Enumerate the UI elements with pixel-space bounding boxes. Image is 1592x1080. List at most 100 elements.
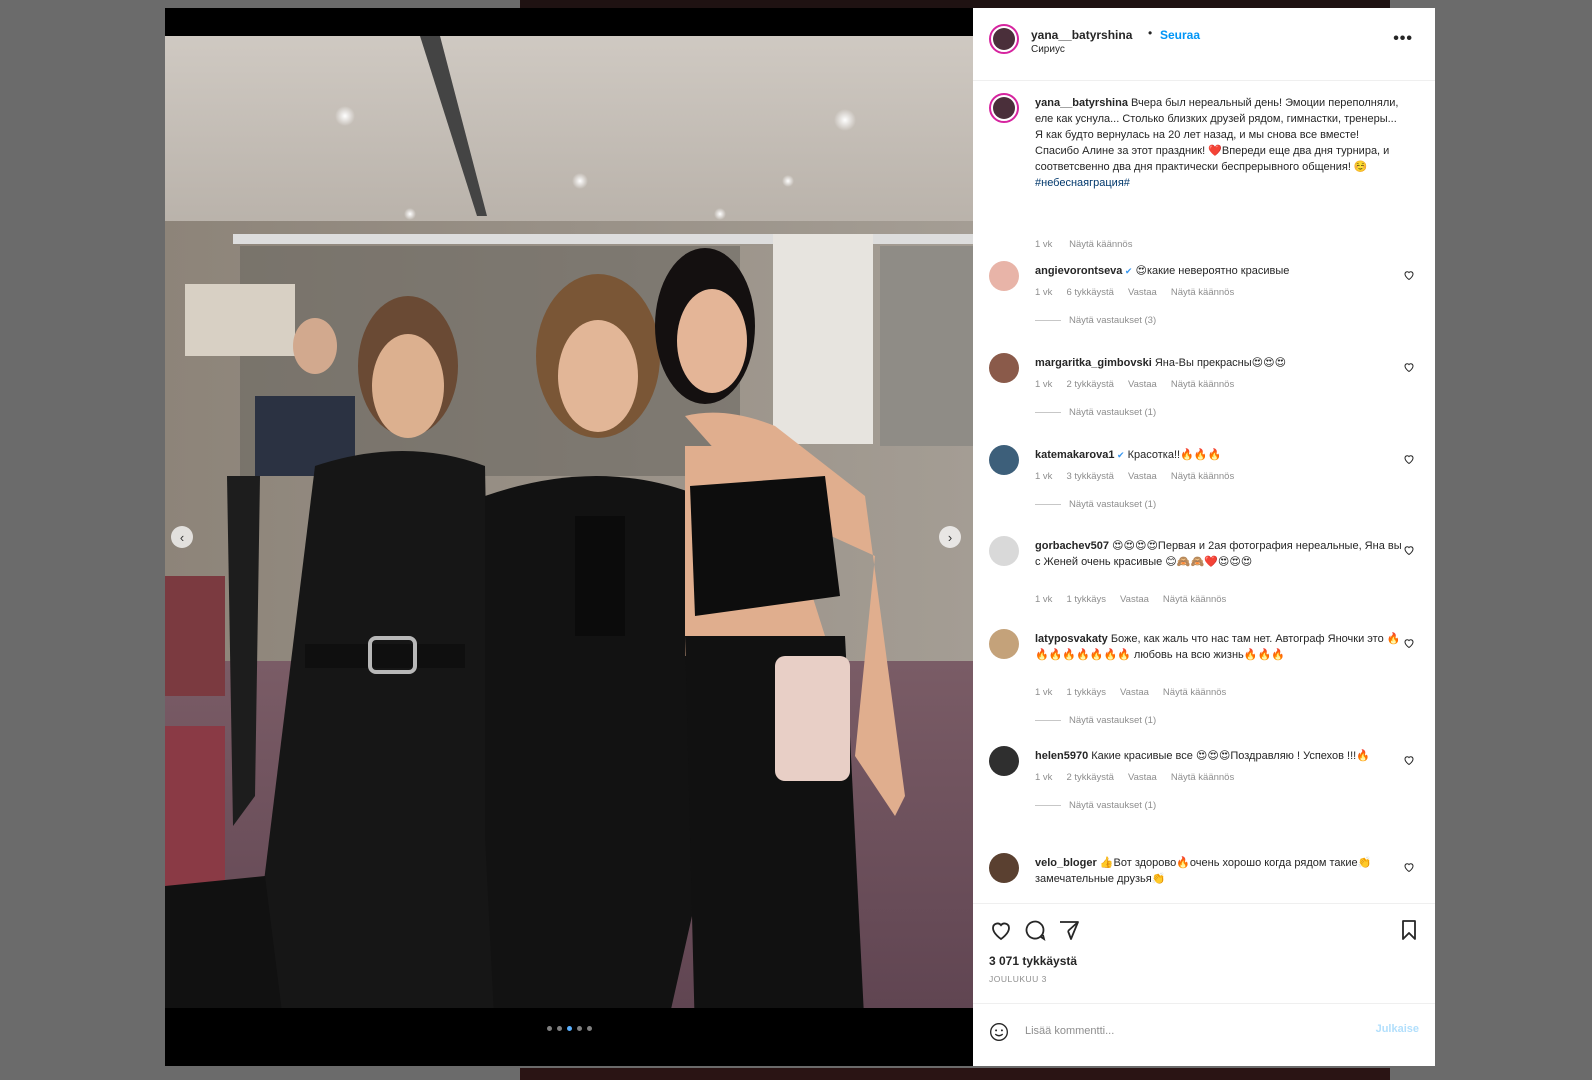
comment-text: margaritka_gimbovski Яна-Вы прекрасны😍😍😍 [1035, 355, 1405, 371]
comment-like-heart-icon[interactable] [1403, 453, 1415, 465]
view-replies-button[interactable]: Näytä vastaukset (1) [1035, 499, 1156, 510]
comment-meta: 1 vk 2 tykkäystä Vastaa Näytä käännös [1035, 379, 1248, 390]
comment-text: angievorontseva ✔ 😍какие невероятно крас… [1035, 263, 1405, 279]
comment-item: latyposvakaty Боже, как жаль что нас там… [973, 629, 1435, 744]
commenter-avatar[interactable] [989, 445, 1019, 475]
reply-link[interactable]: Vastaa [1128, 379, 1157, 390]
background-post-strip [520, 0, 1390, 8]
caption-meta: 1 vk Näytä käännös [1035, 239, 1146, 250]
reply-link[interactable]: Vastaa [1128, 287, 1157, 298]
comment-text: gorbachev507 😍😍😍😍Первая и 2ая фотография… [1035, 538, 1405, 570]
commenter-username[interactable]: gorbachev507 [1035, 540, 1109, 552]
comment-like-heart-icon[interactable] [1403, 861, 1415, 873]
caption-hashtag[interactable]: #небеснаяграция# [1035, 177, 1130, 189]
view-replies-label: Näytä vastaukset (1) [1069, 407, 1157, 418]
add-comment-bar: Julkaise [973, 1003, 1435, 1056]
separator-dot: • [1148, 26, 1153, 40]
translate-link[interactable]: Näytä käännös [1171, 287, 1234, 298]
comment-time: 1 vk [1035, 379, 1053, 390]
verified-badge-icon: ✔ [1122, 266, 1133, 276]
commenter-username[interactable]: latyposvakaty [1035, 633, 1108, 645]
comment-time: 1 vk [1035, 287, 1053, 298]
comment-likes[interactable]: 6 tykkäystä [1066, 287, 1114, 298]
comment-likes[interactable]: 3 tykkäystä [1066, 471, 1114, 482]
comment-time: 1 vk [1035, 594, 1053, 605]
translate-link[interactable]: Näytä käännös [1163, 687, 1226, 698]
comment-item: gorbachev507 😍😍😍😍Первая и 2ая фотография… [973, 536, 1435, 626]
comment-likes[interactable]: 2 tykkäystä [1066, 772, 1114, 783]
translate-link[interactable]: Näytä käännös [1171, 772, 1234, 783]
commenter-avatar[interactable] [989, 746, 1019, 776]
like-heart-icon[interactable] [989, 918, 1013, 942]
comment-meta: 1 vk 3 tykkäystä Vastaa Näytä käännös [1035, 471, 1248, 482]
reply-link[interactable]: Vastaa [1128, 471, 1157, 482]
post-location[interactable]: Сириус [1031, 44, 1065, 55]
comment-likes[interactable]: 1 tykkäys [1066, 594, 1106, 605]
emoji-smiley-icon[interactable] [989, 1022, 1009, 1042]
view-replies-button[interactable]: Näytä vastaukset (1) [1035, 800, 1156, 811]
comment-like-heart-icon[interactable] [1403, 361, 1415, 373]
reply-link[interactable]: Vastaa [1128, 772, 1157, 783]
comment-likes[interactable]: 1 tykkäys [1066, 687, 1106, 698]
comment-meta: 1 vk 1 tykkäys Vastaa Näytä käännös [1035, 687, 1240, 698]
bookmark-save-icon[interactable] [1397, 918, 1421, 942]
commenter-username[interactable]: margaritka_gimbovski [1035, 357, 1152, 369]
comment-time: 1 vk [1035, 772, 1053, 783]
view-replies-button[interactable]: Näytä vastaukset (3) [1035, 315, 1156, 326]
comment-meta: 1 vk 1 tykkäys Vastaa Näytä käännös [1035, 594, 1240, 605]
caption-avatar[interactable] [989, 93, 1019, 123]
carousel-indicator [165, 1026, 973, 1031]
caption-username[interactable]: yana__batyrshina [1035, 97, 1128, 109]
verified-badge-icon: ✔ [1114, 450, 1125, 460]
commenter-username[interactable]: katemakarova1 [1035, 449, 1115, 461]
translate-link[interactable]: Näytä käännös [1171, 379, 1234, 390]
likes-count[interactable]: 3 071 tykkäystä [989, 954, 1077, 968]
comment-like-heart-icon[interactable] [1403, 754, 1415, 766]
comment-time: 1 vk [1035, 687, 1053, 698]
comment-body: Яна-Вы прекрасны😍😍😍 [1154, 357, 1287, 369]
view-replies-button[interactable]: Näytä vastaukset (1) [1035, 407, 1156, 418]
view-replies-label: Näytä vastaukset (3) [1069, 315, 1157, 326]
comment-like-heart-icon[interactable] [1403, 269, 1415, 281]
more-options-icon[interactable]: ••• [1393, 30, 1413, 48]
comments-list[interactable]: yana__batyrshina Вчера был нереальный де… [973, 81, 1435, 891]
comment-input[interactable] [1023, 1018, 1327, 1044]
commenter-avatar[interactable] [989, 353, 1019, 383]
comment-item: katemakarova1 ✔ Красотка!!🔥🔥🔥 1 vk 3 tykkä… [973, 445, 1435, 535]
commenter-username[interactable]: helen5970 [1035, 750, 1088, 762]
view-replies-label: Näytä vastaukset (1) [1069, 800, 1157, 811]
carousel-prev-button[interactable]: ‹ [171, 526, 193, 548]
comment-bubble-icon[interactable] [1023, 918, 1047, 942]
commenter-avatar[interactable] [989, 853, 1019, 883]
view-replies-button[interactable]: Näytä vastaukset (1) [1035, 715, 1156, 726]
follow-button[interactable]: Seuraa [1160, 28, 1200, 42]
post-date[interactable]: JOULUKUU 3 [989, 974, 1047, 984]
translate-link[interactable]: Näytä käännös [1163, 594, 1226, 605]
author-username[interactable]: yana__batyrshina [1031, 28, 1132, 42]
commenter-avatar[interactable] [989, 536, 1019, 566]
translate-link[interactable]: Näytä käännös [1171, 471, 1234, 482]
comment-body: Какие красивые все 😍😍😍Поздравляю ! Успех… [1091, 750, 1370, 762]
comment-like-heart-icon[interactable] [1403, 544, 1415, 556]
comment-item: helen5970 Какие красивые все 😍😍😍Поздравл… [973, 746, 1435, 851]
comment-item: margaritka_gimbovski Яна-Вы прекрасны😍😍😍… [973, 353, 1435, 443]
comment-likes[interactable]: 2 tykkäystä [1066, 379, 1114, 390]
post-details-panel: yana__batyrshina • Seuraa Сириус ••• yan… [973, 8, 1435, 1066]
carousel-dot [546, 1026, 552, 1031]
comment-like-heart-icon[interactable] [1403, 637, 1415, 649]
commenter-username[interactable]: velo_bloger [1035, 857, 1097, 869]
reply-link[interactable]: Vastaa [1120, 687, 1149, 698]
commenter-username[interactable]: angievorontseva [1035, 265, 1122, 277]
comment-meta: 1 vk 6 tykkäystä Vastaa Näytä käännös [1035, 287, 1248, 298]
post-media: ‹ › [165, 8, 973, 1066]
reply-link[interactable]: Vastaa [1120, 594, 1149, 605]
post-comment-button[interactable]: Julkaise [1376, 1023, 1419, 1035]
carousel-next-button[interactable]: › [939, 526, 961, 548]
post-header: yana__batyrshina • Seuraa Сириус ••• [973, 8, 1435, 81]
commenter-avatar[interactable] [989, 629, 1019, 659]
commenter-avatar[interactable] [989, 261, 1019, 291]
share-send-icon[interactable] [1057, 918, 1081, 942]
author-avatar[interactable] [989, 24, 1019, 54]
post-actions: 3 071 tykkäystä JOULUKUU 3 [973, 903, 1435, 984]
caption-translate-link[interactable]: Näytä käännös [1069, 239, 1132, 250]
